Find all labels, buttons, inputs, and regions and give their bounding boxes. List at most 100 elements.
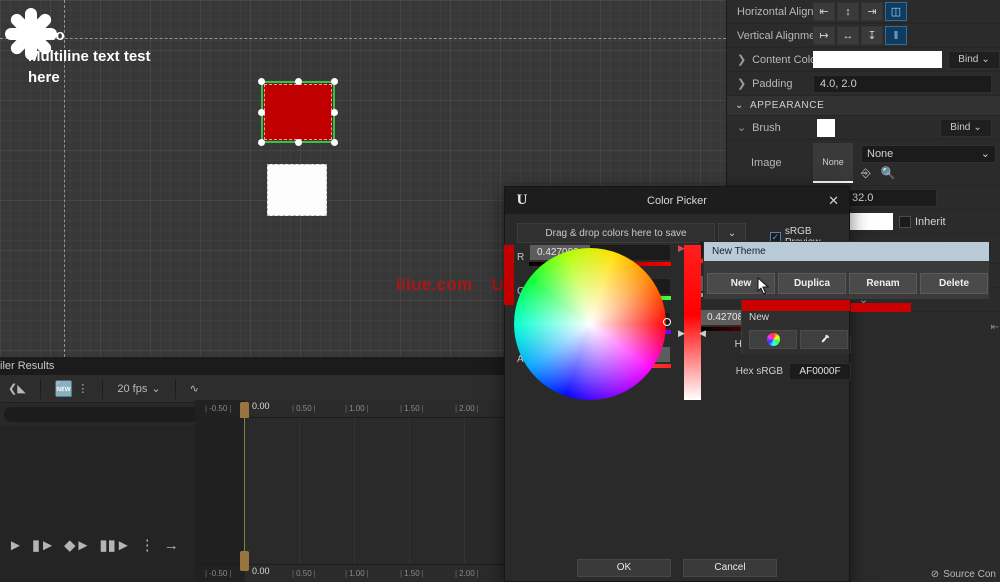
- timeline-dim-region-body: [195, 418, 245, 564]
- play-icon[interactable]: ►: [8, 537, 23, 554]
- align-right-icon[interactable]: ⇥: [861, 2, 883, 21]
- hex-srgb-field[interactable]: AF0000F: [789, 363, 851, 380]
- brush-bind-button[interactable]: Bind ⌄: [940, 119, 992, 137]
- tick-label: 1.50: [398, 569, 426, 578]
- new-color-panel: New: [741, 300, 849, 354]
- loop-icon[interactable]: ◆►: [64, 536, 90, 554]
- key-icon[interactable]: ⋮: [140, 536, 155, 554]
- appearance-section-title: APPEARANCE: [750, 100, 824, 111]
- value-marker-right-icon[interactable]: ◀: [699, 328, 706, 339]
- handle-middle-right[interactable]: [331, 109, 338, 116]
- chevron-down-icon: ⌄: [735, 100, 744, 111]
- inherit-label: Inherit: [915, 216, 946, 228]
- playhead-line: [244, 418, 245, 564]
- theme-swatch-strip[interactable]: [851, 303, 911, 312]
- transport-controls[interactable]: ► ▮► ◆► ▮▮► ⋮ →: [0, 531, 195, 559]
- horizontal-alignment-buttons[interactable]: ⇤ ↕ ⇥ ◫: [813, 2, 907, 21]
- tick-label: 2.00: [453, 569, 481, 578]
- theme-name-field[interactable]: New Theme: [704, 242, 989, 261]
- playhead-label-bottom: 0.00: [252, 566, 270, 576]
- tag-icon[interactable]: ❮◣: [0, 382, 34, 395]
- image-asset-combo[interactable]: None ⌄: [861, 145, 996, 163]
- value-marker-left-icon[interactable]: ▶: [678, 328, 685, 339]
- mouse-cursor-icon: [757, 277, 770, 300]
- handle-bottom-center[interactable]: [295, 139, 302, 146]
- browse-back-icon[interactable]: ⎆: [861, 166, 871, 180]
- hex-srgb-label: Hex sRGB: [705, 366, 783, 377]
- drag-drop-save-area[interactable]: Drag & drop colors here to save: [517, 223, 715, 243]
- appearance-section-header[interactable]: ⌄ APPEARANCE: [727, 96, 1000, 116]
- frame-forward-icon[interactable]: ▮▮►: [99, 536, 130, 554]
- color-wheel-cursor[interactable]: [663, 318, 671, 326]
- selection-handles[interactable]: [261, 81, 335, 143]
- previous-color-strip[interactable]: [504, 245, 514, 305]
- panel-collapse-arrow-icon[interactable]: ⇤: [991, 322, 999, 333]
- theme-rename-button[interactable]: Renam: [849, 273, 917, 294]
- expand-arrow-icon[interactable]: ❯: [737, 77, 749, 90]
- handle-bottom-right[interactable]: [331, 139, 338, 146]
- new-color-label: New: [749, 312, 769, 323]
- align-middle-icon[interactable]: ↔: [837, 26, 859, 45]
- fps-selector[interactable]: 20 fps ⌄: [109, 382, 168, 395]
- brush-label: Brush: [752, 122, 781, 134]
- tick-label: 1.00: [343, 569, 371, 578]
- content-color-label: Content Color: [752, 54, 813, 66]
- content-color-swatch[interactable]: [813, 51, 942, 68]
- align-top-icon[interactable]: ↦: [813, 26, 835, 45]
- row-vertical-alignment: Vertical Alignme ↦ ↔ ↧ ‖: [727, 24, 1000, 48]
- tick-label: 0.50: [290, 404, 318, 413]
- chevron-down-icon: ⌄: [981, 54, 989, 65]
- image-combo-value: None: [867, 148, 893, 160]
- align-fill-icon[interactable]: ◫: [885, 2, 907, 21]
- color-wheel-icon[interactable]: [749, 330, 797, 349]
- inherit-checkbox[interactable]: [899, 216, 911, 228]
- toolbar-divider-2: [102, 379, 103, 399]
- ok-button[interactable]: OK: [577, 559, 671, 577]
- value-marker-top-icon: ▶: [678, 243, 685, 254]
- color-picker-title: Color Picker: [505, 195, 849, 207]
- slider-r-label: R: [517, 252, 524, 263]
- white-image-widget[interactable]: [267, 164, 327, 216]
- vertical-alignment-label: Vertical Alignme: [727, 30, 813, 42]
- chevron-down-icon[interactable]: ⌄: [737, 121, 749, 134]
- kebab-icon[interactable]: ⋮: [77, 382, 88, 395]
- handle-top-right[interactable]: [331, 78, 338, 85]
- value-slider-bar[interactable]: [684, 245, 701, 400]
- theme-duplicate-button[interactable]: Duplica: [778, 273, 846, 294]
- new-color-swatch[interactable]: [742, 300, 850, 311]
- theme-action-buttons: New Duplica Renam Delete: [707, 273, 988, 294]
- snap-magnet-toggle[interactable]: 🆕 ⋮: [47, 380, 97, 398]
- expand-arrow-icon[interactable]: ❯: [737, 53, 749, 66]
- step-forward-icon[interactable]: ▮►: [32, 536, 55, 554]
- no-entry-icon: ⊘: [931, 569, 939, 580]
- theme-popup[interactable]: New Theme New Duplica Renam Delete: [703, 241, 990, 300]
- theme-dropdown-button[interactable]: ⌄: [718, 223, 746, 243]
- padding-field[interactable]: 4.0, 2.0: [813, 75, 992, 93]
- align-stretch-icon[interactable]: ‖: [885, 26, 907, 45]
- close-icon[interactable]: ✕: [828, 193, 839, 209]
- handle-top-center[interactable]: [295, 78, 302, 85]
- handle-middle-left[interactable]: [258, 109, 265, 116]
- eyedropper-icon[interactable]: [800, 330, 848, 349]
- content-color-bind-button[interactable]: Bind ⌄: [948, 51, 1000, 69]
- playhead-handle-bottom[interactable]: [240, 551, 249, 571]
- align-left-icon[interactable]: ⇤: [813, 2, 835, 21]
- align-center-icon[interactable]: ↕: [837, 2, 859, 21]
- color-picker-titlebar[interactable]: U Color Picker ✕: [505, 187, 849, 214]
- arrow-right-icon[interactable]: →: [164, 537, 179, 554]
- cancel-button[interactable]: Cancel: [683, 559, 777, 577]
- handle-top-left[interactable]: [258, 78, 265, 85]
- size-y-field[interactable]: 32.0: [845, 189, 937, 207]
- brush-color-swatch[interactable]: [817, 119, 835, 137]
- canvas-text-widget[interactable]: Hello Multiline text test here: [28, 25, 338, 88]
- vertical-alignment-buttons[interactable]: ↦ ↔ ↧ ‖: [813, 26, 907, 45]
- color-wheel[interactable]: [514, 248, 666, 400]
- search-icon[interactable]: 🔍: [881, 166, 896, 180]
- new-color-tools: [749, 330, 848, 349]
- align-bottom-icon[interactable]: ↧: [861, 26, 883, 45]
- image-thumbnail[interactable]: None: [813, 143, 853, 183]
- source-control-status[interactable]: ⊘ Source Con: [931, 569, 996, 580]
- curve-editor-button[interactable]: ∿: [182, 382, 207, 395]
- theme-delete-button[interactable]: Delete: [920, 273, 988, 294]
- handle-bottom-left[interactable]: [258, 139, 265, 146]
